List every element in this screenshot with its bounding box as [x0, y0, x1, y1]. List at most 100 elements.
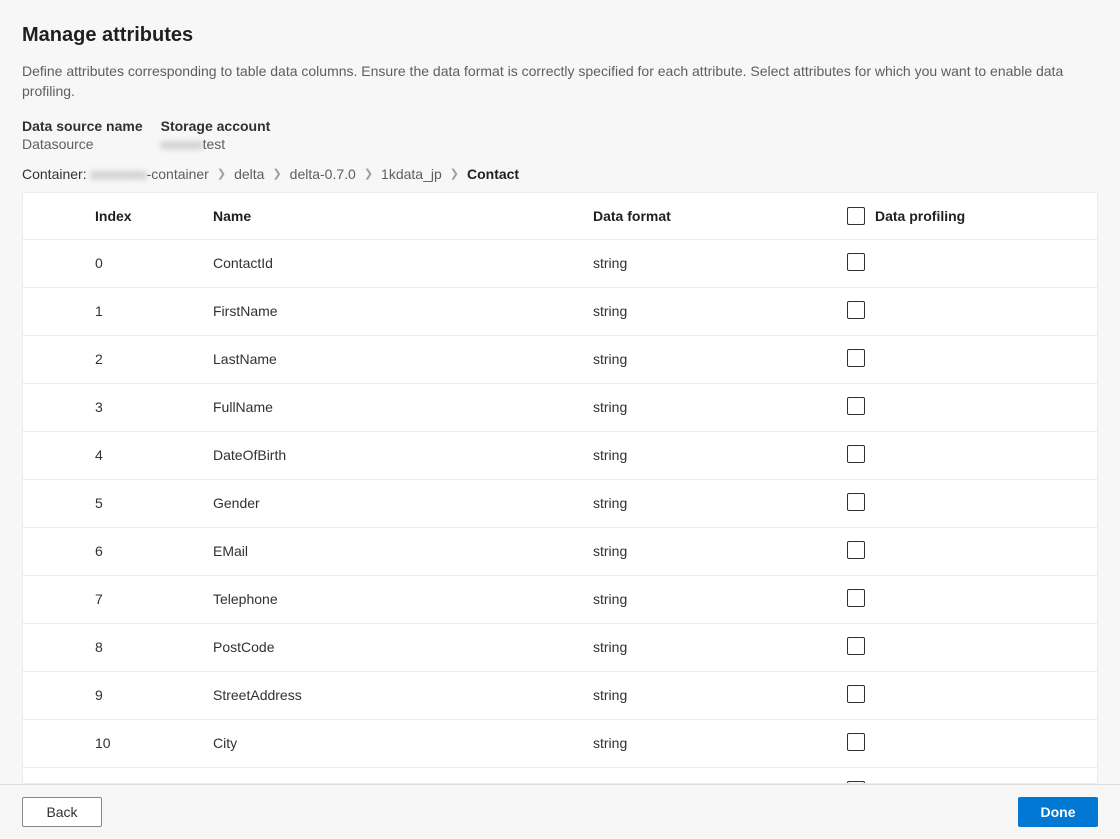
cell-format: string [583, 623, 823, 671]
cell-profiling [823, 335, 1097, 383]
col-header-index[interactable]: Index [23, 193, 203, 240]
chevron-right-icon: ❯ [268, 167, 285, 180]
table-row[interactable]: 5Genderstring [23, 479, 1097, 527]
col-header-format[interactable]: Data format [583, 193, 823, 240]
table-row[interactable]: 4DateOfBirthstring [23, 431, 1097, 479]
table-row[interactable]: 1FirstNamestring [23, 287, 1097, 335]
chevron-right-icon: ❯ [360, 167, 377, 180]
profiling-checkbox[interactable] [847, 349, 865, 367]
cell-index: 7 [23, 575, 203, 623]
profiling-checkbox[interactable] [847, 637, 865, 655]
cell-format: string [583, 383, 823, 431]
breadcrumb-current: Contact [467, 166, 519, 182]
cell-index: 10 [23, 719, 203, 767]
table-row[interactable]: 8PostCodestring [23, 623, 1097, 671]
table-row[interactable]: 9StreetAddressstring [23, 671, 1097, 719]
cell-profiling [823, 383, 1097, 431]
table-row[interactable]: 11Statestring [23, 767, 1097, 784]
profiling-checkbox[interactable] [847, 397, 865, 415]
cell-format: string [583, 335, 823, 383]
cell-index: 11 [23, 767, 203, 784]
cell-format: string [583, 479, 823, 527]
cell-index: 1 [23, 287, 203, 335]
back-button[interactable]: Back [22, 797, 102, 827]
page-title: Manage attributes [22, 24, 1098, 47]
cell-name: FullName [203, 383, 583, 431]
storage-account-suffix: test [203, 136, 226, 152]
cell-profiling [823, 479, 1097, 527]
table-row[interactable]: 7Telephonestring [23, 575, 1097, 623]
cell-name: State [203, 767, 583, 784]
profiling-checkbox[interactable] [847, 253, 865, 271]
profiling-checkbox[interactable] [847, 445, 865, 463]
chevron-right-icon: ❯ [446, 167, 463, 180]
storage-account-value: xxxxxxtest [161, 136, 271, 152]
breadcrumb-container-suffix: -container [147, 166, 209, 182]
breadcrumb-container-blurred: xxxxxxxx [91, 166, 147, 182]
breadcrumb-container[interactable]: xxxxxxxx-container [91, 166, 209, 182]
cell-index: 5 [23, 479, 203, 527]
cell-index: 0 [23, 239, 203, 287]
table-row[interactable]: 6EMailstring [23, 527, 1097, 575]
profiling-checkbox[interactable] [847, 301, 865, 319]
breadcrumb-delta[interactable]: delta [234, 166, 264, 182]
cell-format: string [583, 431, 823, 479]
attributes-table-container[interactable]: Index Name Data format Data profiling 0C… [22, 192, 1098, 784]
profiling-checkbox[interactable] [847, 685, 865, 703]
cell-profiling [823, 287, 1097, 335]
profiling-checkbox[interactable] [847, 493, 865, 511]
done-button[interactable]: Done [1018, 797, 1098, 827]
col-header-name[interactable]: Name [203, 193, 583, 240]
cell-index: 4 [23, 431, 203, 479]
cell-name: StreetAddress [203, 671, 583, 719]
cell-format: string [583, 719, 823, 767]
breadcrumb: Container: xxxxxxxx-container ❯ delta ❯ … [22, 166, 1098, 182]
cell-profiling [823, 671, 1097, 719]
storage-account-label: Storage account [161, 118, 271, 134]
select-all-profiling-checkbox[interactable] [847, 207, 865, 225]
cell-name: Telephone [203, 575, 583, 623]
cell-name: DateOfBirth [203, 431, 583, 479]
profiling-checkbox[interactable] [847, 589, 865, 607]
table-row[interactable]: 10Citystring [23, 719, 1097, 767]
cell-profiling [823, 575, 1097, 623]
attributes-table: Index Name Data format Data profiling 0C… [23, 193, 1097, 784]
cell-name: EMail [203, 527, 583, 575]
cell-format: string [583, 671, 823, 719]
cell-format: string [583, 527, 823, 575]
col-header-profiling[interactable]: Data profiling [823, 193, 1097, 240]
breadcrumb-delta-version[interactable]: delta-0.7.0 [290, 166, 356, 182]
table-row[interactable]: 2LastNamestring [23, 335, 1097, 383]
cell-profiling [823, 527, 1097, 575]
cell-profiling [823, 239, 1097, 287]
page-description: Define attributes corresponding to table… [22, 61, 1098, 102]
cell-format: string [583, 575, 823, 623]
cell-name: Gender [203, 479, 583, 527]
profiling-checkbox[interactable] [847, 733, 865, 751]
chevron-right-icon: ❯ [213, 167, 230, 180]
data-source-label: Data source name [22, 118, 143, 134]
cell-name: FirstName [203, 287, 583, 335]
cell-index: 3 [23, 383, 203, 431]
data-source-value: Datasource [22, 136, 143, 152]
cell-profiling [823, 623, 1097, 671]
cell-format: string [583, 287, 823, 335]
breadcrumb-dataset[interactable]: 1kdata_jp [381, 166, 442, 182]
cell-name: LastName [203, 335, 583, 383]
cell-index: 9 [23, 671, 203, 719]
breadcrumb-label: Container: [22, 166, 87, 182]
col-header-profiling-label: Data profiling [875, 208, 965, 224]
cell-index: 6 [23, 527, 203, 575]
cell-profiling [823, 767, 1097, 784]
cell-profiling [823, 431, 1097, 479]
cell-profiling [823, 719, 1097, 767]
cell-index: 8 [23, 623, 203, 671]
cell-format: string [583, 239, 823, 287]
footer: Back Done [0, 784, 1120, 839]
cell-name: ContactId [203, 239, 583, 287]
table-row[interactable]: 3FullNamestring [23, 383, 1097, 431]
storage-account-blurred-prefix: xxxxxx [161, 136, 203, 152]
profiling-checkbox[interactable] [847, 541, 865, 559]
cell-format: string [583, 767, 823, 784]
table-row[interactable]: 0ContactIdstring [23, 239, 1097, 287]
